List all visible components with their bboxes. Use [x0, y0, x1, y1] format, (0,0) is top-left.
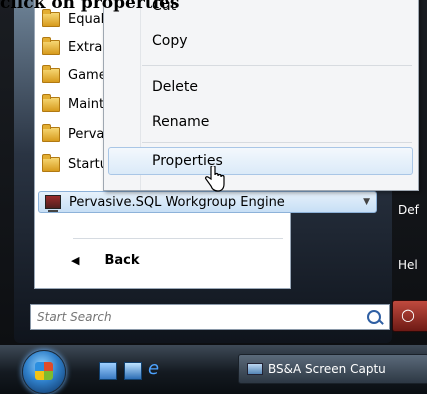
folder-icon	[42, 36, 60, 55]
divider	[73, 238, 283, 239]
help-link[interactable]: Hel	[398, 258, 418, 272]
instruction-caption: click on properties	[0, 0, 180, 13]
program-item-pervasive-sql[interactable]: Pervasive.SQL Workgroup Engine ▼	[38, 191, 377, 213]
context-menu: Cut Copy Delete Rename Properties	[103, 0, 419, 191]
folder-icon	[42, 93, 60, 112]
hand-cursor-icon	[205, 166, 225, 192]
menu-item-delete[interactable]: Delete	[152, 79, 198, 95]
menu-item-copy[interactable]: Copy	[152, 33, 188, 49]
start-orb-icon[interactable]	[22, 350, 66, 394]
folder-icon	[42, 8, 60, 27]
back-button[interactable]: ◀ Back	[71, 253, 140, 268]
back-label: Back	[104, 253, 140, 268]
computer-icon	[45, 195, 61, 212]
program-folder-maintenance[interactable]: Mainte	[42, 93, 112, 115]
program-folder-extras[interactable]: Extras	[42, 36, 109, 58]
internet-explorer-icon[interactable]: e	[148, 358, 164, 379]
default-programs-link[interactable]: Def	[398, 203, 419, 217]
program-folder-pervasive[interactable]: Pervas	[42, 123, 111, 145]
window-icon	[247, 363, 263, 375]
chevron-down-icon: ▼	[363, 197, 370, 207]
start-search-box[interactable]	[30, 304, 390, 330]
program-item-label: Pervasive.SQL Workgroup Engine	[69, 194, 285, 210]
menu-item-rename[interactable]: Rename	[152, 114, 209, 130]
left-arrow-icon: ◀	[71, 254, 80, 267]
menu-separator	[142, 142, 412, 143]
show-desktop-icon[interactable]	[99, 362, 117, 380]
taskbar-window-title: BS&A Screen Captu	[268, 362, 386, 376]
folder-icon	[42, 123, 60, 142]
search-icon[interactable]	[367, 310, 381, 324]
taskbar-window-button[interactable]: BS&A Screen Captu	[238, 354, 427, 384]
menu-separator	[142, 65, 412, 66]
screen: Equaliz Extras Games Mainte Pervas Start…	[0, 0, 427, 394]
folder-icon	[42, 153, 60, 172]
search-input[interactable]	[35, 309, 339, 325]
switch-windows-icon[interactable]	[124, 362, 142, 380]
folder-icon	[42, 64, 60, 83]
power-button[interactable]	[392, 300, 427, 332]
